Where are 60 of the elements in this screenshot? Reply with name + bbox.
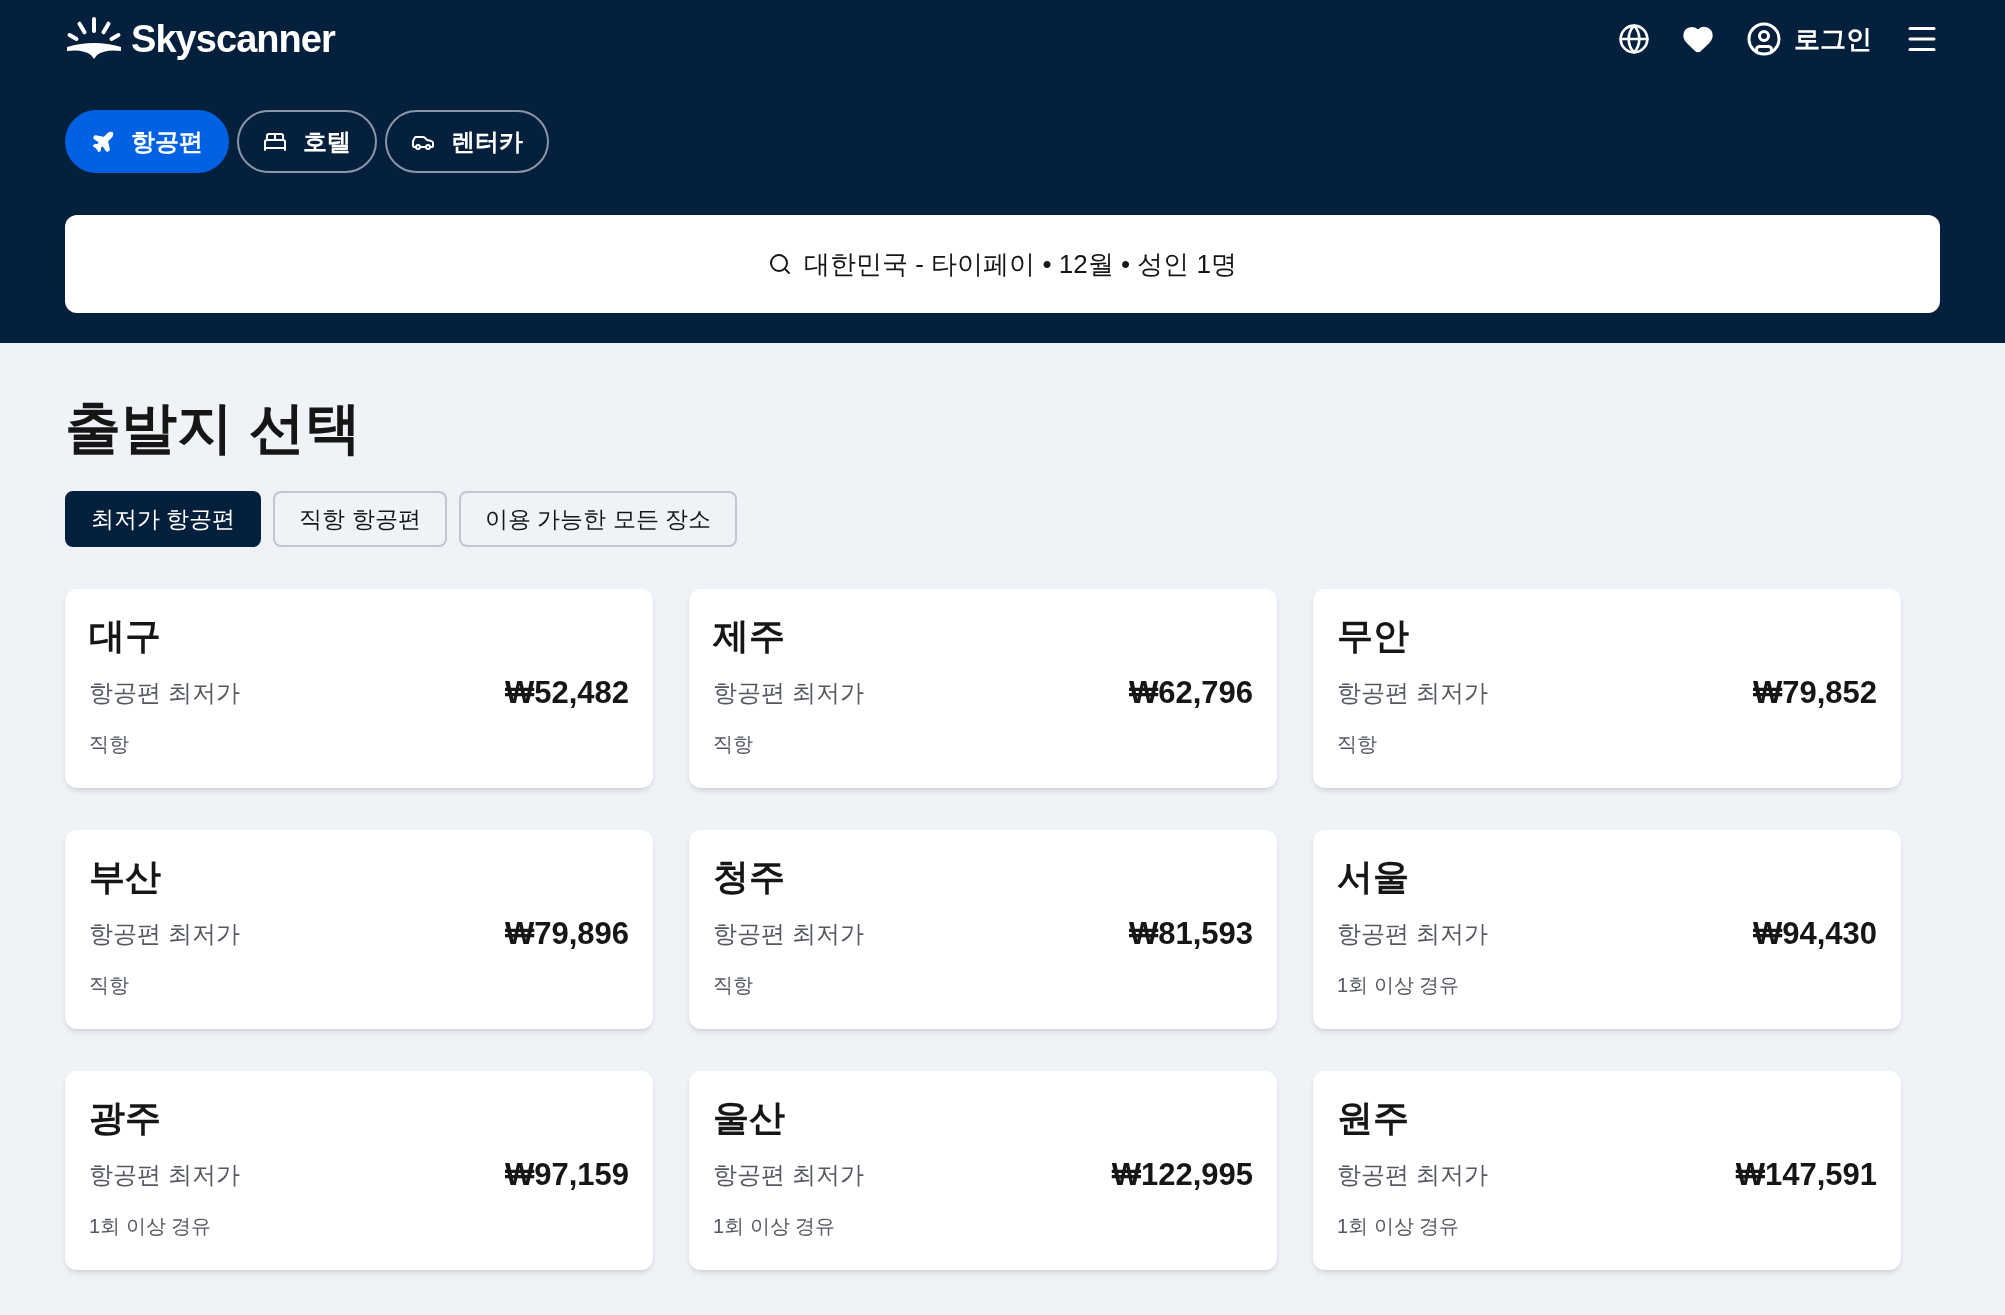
stops-text: 1회 이상 경유 — [713, 1213, 837, 1239]
destination-card[interactable]: 광주 항공편 최저가 ₩97,159 1회 이상 경유 — [65, 1071, 653, 1270]
city-name: 청주 — [713, 855, 786, 899]
city-name: 광주 — [89, 1096, 162, 1140]
destination-card[interactable]: 무안 항공편 최저가 ₩79,852 직항 — [1313, 589, 1901, 788]
city-name: 부산 — [89, 855, 162, 899]
stops-text: 1회 이상 경유 — [1337, 972, 1461, 998]
nav-tab[interactable]: 호텔 — [237, 110, 377, 173]
stops-text: 직항 — [713, 972, 754, 998]
city-name: 대구 — [89, 614, 162, 658]
nav-tab[interactable]: 항공편 — [65, 110, 229, 173]
stops-text: 1회 이상 경유 — [89, 1213, 213, 1239]
price-label: 항공편 최저가 — [713, 1160, 864, 1191]
price: ₩62,796 — [1128, 674, 1253, 712]
filter-chip[interactable]: 최저가 항공편 — [65, 491, 262, 547]
nav-tab[interactable]: 렌터카 — [385, 110, 549, 173]
price-label: 항공편 최저가 — [89, 919, 240, 950]
price: ₩79,896 — [504, 915, 629, 953]
price-label: 항공편 최저가 — [1337, 1160, 1488, 1191]
filter-chip[interactable]: 직항 항공편 — [273, 491, 447, 547]
search-icon — [768, 252, 793, 276]
price: ₩97,159 — [504, 1156, 629, 1194]
destination-card[interactable]: 부산 항공편 최저가 ₩79,896 직항 — [65, 830, 653, 1029]
user-icon[interactable] — [1746, 21, 1782, 57]
city-name: 원주 — [1337, 1096, 1410, 1140]
city-name: 서울 — [1337, 855, 1410, 899]
stops-text: 직항 — [89, 731, 130, 757]
stops-text: 직항 — [1337, 731, 1378, 757]
price: ₩122,995 — [1111, 1156, 1253, 1194]
city-name: 제주 — [713, 614, 786, 658]
price-label: 항공편 최저가 — [1337, 919, 1488, 950]
search-field[interactable]: 대한민국 - 타이페이 • 12월 • 성인 1명 — [65, 215, 1940, 313]
destination-card[interactable]: 제주 항공편 최저가 ₩62,796 직항 — [689, 589, 1277, 788]
price-label: 항공편 최저가 — [713, 678, 864, 709]
destination-card[interactable]: 울산 항공편 최저가 ₩122,995 1회 이상 경유 — [689, 1071, 1277, 1270]
plane-icon — [91, 129, 115, 154]
destination-card[interactable]: 대구 항공편 최저가 ₩52,482 직항 — [65, 589, 653, 788]
filter-chip[interactable]: 이용 가능한 모든 장소 — [458, 491, 737, 547]
price-label: 항공편 최저가 — [713, 919, 864, 950]
price: ₩79,852 — [1752, 674, 1877, 712]
login-link[interactable]: 로그인 — [1794, 19, 1872, 59]
city-name: 울산 — [713, 1096, 786, 1140]
destination-card[interactable]: 서울 항공편 최저가 ₩94,430 1회 이상 경유 — [1313, 830, 1901, 1029]
page-title: 출발지 선택 — [65, 395, 362, 461]
price-label: 항공편 최저가 — [1337, 678, 1488, 709]
stops-text: 1회 이상 경유 — [1337, 1213, 1461, 1239]
city-name: 무안 — [1337, 614, 1410, 658]
stops-text: 직항 — [89, 972, 130, 998]
price: ₩147,591 — [1735, 1156, 1877, 1194]
globe-icon[interactable] — [1618, 23, 1650, 55]
price-label: 항공편 최저가 — [89, 678, 240, 709]
sunrise-logo-icon — [65, 17, 123, 61]
destination-card[interactable]: 원주 항공편 최저가 ₩147,591 1회 이상 경유 — [1313, 1071, 1901, 1270]
price: ₩52,482 — [504, 674, 629, 712]
price-label: 항공편 최저가 — [89, 1160, 240, 1191]
price: ₩81,593 — [1128, 915, 1253, 953]
logo-text: Skyscanner — [131, 16, 335, 62]
price: ₩94,430 — [1752, 915, 1877, 953]
destination-card[interactable]: 청주 항공편 최저가 ₩81,593 직항 — [689, 830, 1277, 1029]
stops-text: 직항 — [713, 731, 754, 757]
